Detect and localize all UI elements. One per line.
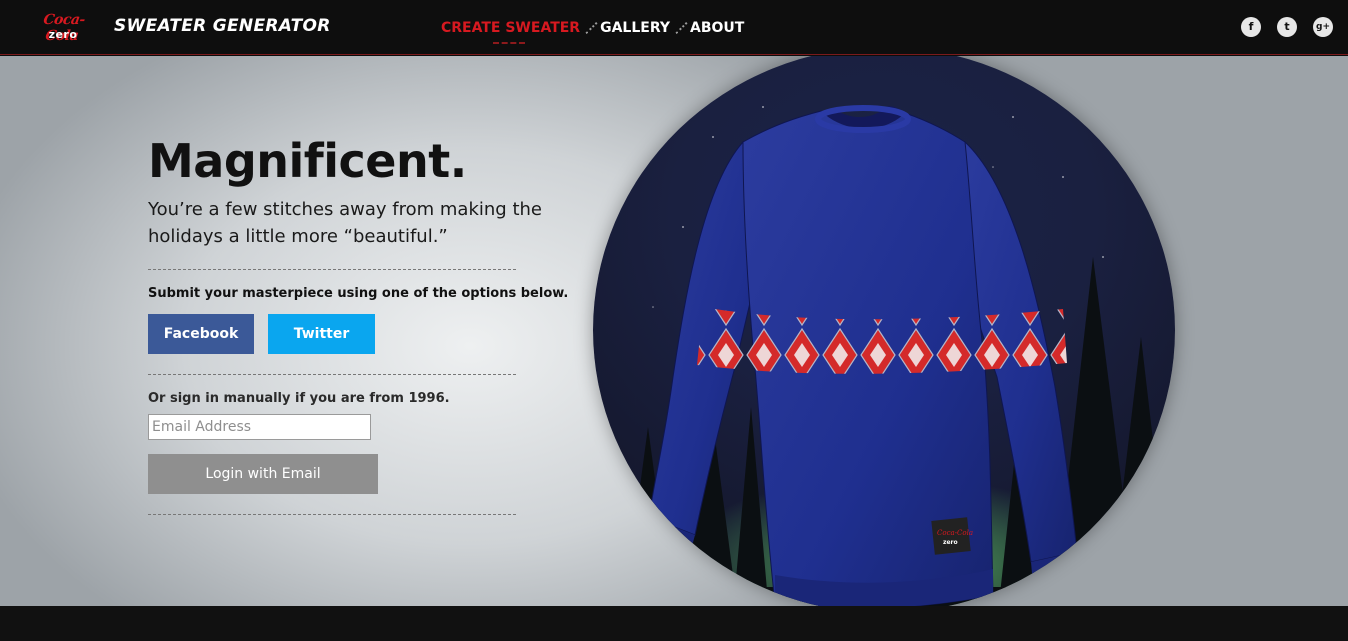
nav-separator-icon — [670, 18, 690, 38]
nav-create-sweater[interactable]: CREATE SWEATER — [441, 18, 580, 44]
submit-prompt: Submit your masterpiece using one of the… — [148, 286, 569, 301]
twitter-button[interactable]: Twitter — [268, 314, 375, 354]
facebook-button[interactable]: Facebook — [148, 314, 254, 354]
sweater-preview: Coca-Cola zero — [593, 56, 1175, 606]
logo-sub: zero — [48, 28, 78, 41]
hero-section: Magnificent. You’re a few stitches away … — [0, 56, 1348, 606]
top-navigation-bar: Coca-Cola zero SWEATER GENERATOR CREATE … — [0, 0, 1348, 55]
footer-strip — [0, 606, 1348, 641]
twitter-icon[interactable]: t — [1277, 17, 1297, 37]
nav-about[interactable]: ABOUT — [690, 18, 744, 38]
divider — [148, 269, 516, 270]
main-nav: CREATE SWEATER GALLERY ABOUT — [441, 17, 744, 44]
google-plus-icon[interactable]: g+ — [1313, 17, 1333, 37]
headline: Magnificent. — [148, 134, 467, 188]
nav-gallery[interactable]: GALLERY — [600, 18, 670, 38]
divider — [148, 514, 516, 515]
divider — [148, 374, 516, 375]
nav-separator-icon — [580, 18, 600, 38]
login-with-email-button[interactable]: Login with Email — [148, 454, 378, 494]
email-field[interactable] — [148, 414, 371, 440]
coca-cola-zero-logo[interactable]: Coca-Cola zero — [30, 12, 96, 44]
facebook-icon[interactable]: f — [1241, 17, 1261, 37]
app-title[interactable]: SWEATER GENERATOR — [114, 15, 331, 37]
tag-script: Coca-Cola — [937, 529, 973, 537]
sweater-illustration: Coca-Cola zero — [593, 105, 1175, 606]
manual-signin-prompt: Or sign in manually if you are from 1996… — [148, 391, 450, 406]
tag-sub: zero — [943, 539, 958, 546]
subhead: You’re a few stitches away from making t… — [148, 199, 542, 247]
